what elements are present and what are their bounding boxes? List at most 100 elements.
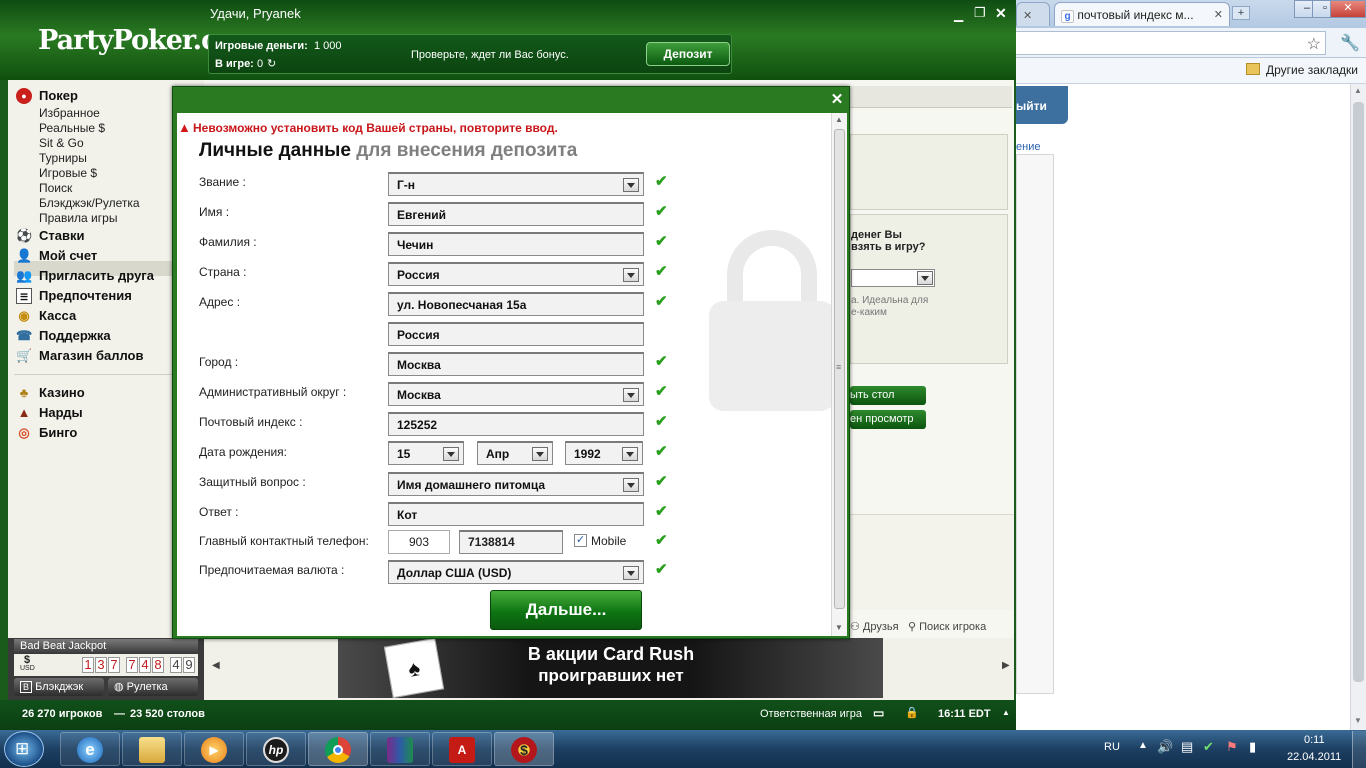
sidebar-sub-tournaments[interactable]: Турниры (39, 151, 87, 166)
language-indicator[interactable]: RU (1104, 741, 1120, 753)
browser-tab-active[interactable]: g почтовый индекс м... ✕ (1054, 2, 1230, 26)
sidebar-sub-sit-and-go[interactable]: Sit & Go (39, 136, 84, 151)
dob-year-select[interactable]: 1992 (565, 441, 643, 465)
dialog-scrollbar[interactable]: ▲ ≡ ▼ (831, 113, 847, 636)
scroll-thumb[interactable] (1353, 102, 1364, 682)
star-bookmark-icon[interactable]: ☆ (1307, 34, 1321, 54)
close-window-button[interactable]: ✕ (1330, 0, 1366, 18)
address-line-1-field[interactable]: ул. Новопесчаная 15а (388, 292, 644, 316)
scroll-down-icon[interactable]: ▼ (835, 623, 843, 632)
sidebar-sub-blackjack-roulette[interactable]: Блэкджэк/Рулетка (39, 196, 140, 211)
scroll-up-icon[interactable]: ▲ (835, 115, 843, 124)
zip-field[interactable]: 125252 (388, 412, 644, 436)
clock-date[interactable]: 22.04.2011 (1287, 751, 1341, 763)
sidebar-sub-real-money[interactable]: Реальные $ (39, 121, 105, 136)
taskbar-acrobat[interactable]: A (432, 732, 492, 766)
blackjack-icon: B (20, 681, 32, 693)
tab-close-icon[interactable]: ✕ (1214, 8, 1223, 21)
promo-select[interactable] (851, 269, 935, 287)
taskbar-hp[interactable]: hp (246, 732, 306, 766)
city-field[interactable]: Москва (388, 352, 644, 376)
deposit-button[interactable]: Депозит (646, 42, 730, 66)
sidebar-sub-rules[interactable]: Правила игры (39, 211, 117, 226)
currency-select[interactable]: Доллар США (USD) (388, 560, 644, 584)
tab-close-icon[interactable]: ✕ (1023, 10, 1032, 22)
acrobat-icon: A (449, 737, 475, 763)
taskbar-media-player[interactable]: ▶ (184, 732, 244, 766)
region-select[interactable]: Москва (388, 382, 644, 406)
chevron-down-icon[interactable] (622, 447, 638, 461)
omnibox[interactable]: ☆ (1016, 31, 1326, 55)
refresh-icon[interactable]: ↻ (267, 57, 276, 70)
roulette-jackpot-tab[interactable]: ◍ Рулетка (108, 678, 198, 696)
phone-code-field[interactable]: 903 (388, 530, 450, 554)
monitor-icon[interactable]: ▭ (873, 706, 884, 720)
browser-tab[interactable]: ✕ (1016, 2, 1050, 26)
responsible-gaming-link[interactable]: Ответственная игра (760, 708, 862, 720)
device-icon[interactable]: ▤ (1181, 739, 1193, 755)
address-line-2-field[interactable]: Россия (388, 322, 644, 346)
taskbar-ie[interactable]: e (60, 732, 120, 766)
lock-icon[interactable]: 🔒 (905, 706, 919, 719)
find-player-link[interactable]: ⚲ Поиск игрока (908, 620, 986, 633)
bonus-text[interactable]: Проверьте, ждет ли Вас бонус. (411, 49, 569, 61)
blackjack-jackpot-tab[interactable]: B Блэкджэк (14, 678, 104, 696)
security-question-select[interactable]: Имя домашнего питомца (388, 472, 644, 496)
card-rush-banner[interactable]: ♠ В акции Card Rush проигравших нет (338, 637, 883, 699)
answer-field[interactable]: Кот (388, 502, 644, 526)
next-button[interactable]: Дальше... (490, 590, 642, 630)
dob-month-select[interactable]: Апр (477, 441, 553, 465)
browser-scrollbar[interactable]: ▲ ▼ (1350, 84, 1366, 730)
last-name-field[interactable]: Чечин (388, 232, 644, 256)
new-tab-button[interactable]: + (1232, 6, 1250, 20)
chevron-down-icon[interactable] (532, 447, 548, 461)
scroll-thumb[interactable]: ≡ (834, 129, 845, 609)
chevron-down-icon[interactable] (623, 566, 639, 580)
minimize-icon[interactable]: ▁ (954, 8, 963, 22)
view-table-button[interactable]: ен просмотр (850, 410, 926, 429)
chevron-down-icon[interactable] (443, 447, 459, 461)
chevron-down-icon[interactable] (623, 268, 639, 282)
action-center-icon[interactable]: ⚑ (1226, 739, 1238, 755)
country-select[interactable]: Россия (388, 262, 644, 286)
sidebar-sub-search[interactable]: Поиск (39, 181, 72, 196)
folder-icon (1246, 63, 1260, 75)
wrench-menu-icon[interactable]: 🔧 (1340, 33, 1360, 53)
start-button[interactable]: ⊞ (4, 731, 44, 767)
close-icon[interactable]: ✕ (995, 5, 1007, 22)
taskbar-chrome[interactable] (308, 732, 368, 766)
clock-time[interactable]: 0:11 (1304, 734, 1325, 746)
dialog-close-icon[interactable]: ✕ (828, 91, 846, 109)
restore-icon[interactable]: ❐ (974, 5, 986, 21)
label-currency: Предпочитаемая валюта : (199, 563, 345, 577)
sidebar-sub-play-money[interactable]: Игровые $ (39, 166, 97, 181)
other-bookmarks[interactable]: Другие закладки (1266, 63, 1358, 77)
sidebar-sub-favorites[interactable]: Избранное (39, 106, 100, 121)
phone-number-field[interactable]: 7138814 (459, 530, 563, 554)
spade-card-icon: ♠ (383, 637, 445, 699)
user-icon: 👤 (16, 248, 33, 263)
first-name-field[interactable]: Евгений (388, 202, 644, 226)
taskbar-partypoker[interactable]: $ (494, 732, 554, 766)
title-select[interactable]: Г-н (388, 172, 644, 196)
taskbar-explorer[interactable] (122, 732, 182, 766)
network-icon[interactable]: ✔ (1203, 739, 1214, 755)
chevron-down-icon[interactable] (623, 178, 639, 192)
open-table-button[interactable]: ыть стол (850, 386, 926, 405)
tray-expand-icon[interactable]: ▲ (1138, 740, 1148, 751)
chevron-down-icon[interactable] (623, 388, 639, 402)
volume-icon[interactable]: 🔊 (1157, 739, 1173, 755)
dob-day-select[interactable]: 15 (388, 441, 464, 465)
status-arrow-icon[interactable]: ▲ (1002, 708, 1010, 717)
taskbar-winrar[interactable] (370, 732, 430, 766)
page-link[interactable]: ение (1016, 141, 1040, 153)
friends-link[interactable]: ⚇ Друзья (850, 620, 899, 633)
banner-next-arrow[interactable]: ▶ (1002, 660, 1010, 671)
banner-prev-arrow[interactable]: ◀ (212, 660, 220, 671)
chevron-down-icon[interactable] (623, 478, 639, 492)
mobile-checkbox[interactable]: ✓ (574, 534, 587, 547)
power-icon[interactable]: ▮ (1249, 739, 1256, 755)
show-desktop-button[interactable] (1352, 731, 1366, 768)
page-logout-button[interactable]: ыйти (1016, 86, 1068, 124)
label-first-name: Имя : (199, 205, 230, 219)
